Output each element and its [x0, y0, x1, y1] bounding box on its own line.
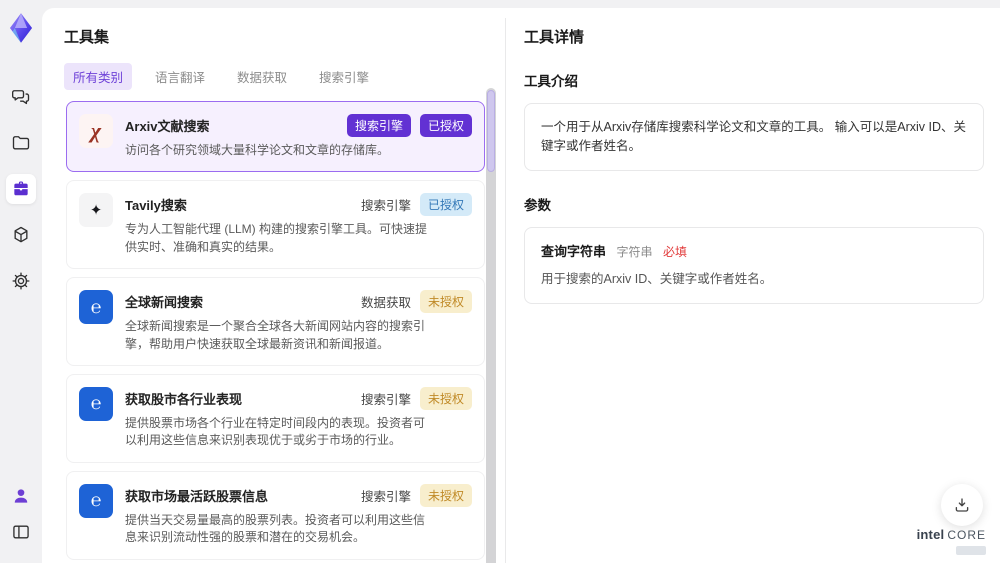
tool-auth-badge: 已授权 — [419, 114, 472, 137]
scrollbar-thumb[interactable] — [487, 90, 495, 172]
tool-name: 获取股市各行业表现 — [125, 391, 243, 407]
intro-box: 一个用于从Arxiv存储库搜索科学论文和文章的工具。 输入可以是Arxiv ID… — [524, 103, 984, 171]
main-content: 工具集 所有类别 语言翻译 数据获取 搜索引擎 χ Arxiv文献搜索 搜索引擎 已授… — [42, 8, 1000, 563]
sidebar-item-profile[interactable] — [6, 481, 36, 511]
blue-icon: ℮ — [79, 483, 113, 518]
tool-name: 获取市场最活跃股票信息 — [125, 488, 269, 504]
sidebar-item-settings[interactable] — [6, 266, 36, 296]
detail-title: 工具详情 — [524, 29, 585, 46]
category-tab-3[interactable]: 搜索引擎 — [310, 63, 378, 90]
category-tab-2[interactable]: 数据获取 — [228, 63, 296, 90]
app-logo-icon — [9, 13, 33, 43]
tool-category-tag: 数据获取 — [360, 296, 411, 311]
param-box: 查询字符串 字符串 必填 用于搜索的Arxiv ID、关键字或作者姓名。 — [524, 226, 984, 304]
tool-list-item-3[interactable]: ℮ 获取股市各行业表现 搜索引擎 未授权 提供股票市场各个行业在特定时间段内的表… — [66, 373, 485, 463]
tool-list-item-0[interactable]: χ Arxiv文献搜索 搜索引擎 已授权 访问各个研究领域大量科学论文和文章的存… — [66, 101, 485, 173]
tool-category-tag: 搜索引擎 — [346, 114, 411, 137]
user-icon — [14, 489, 28, 503]
brand-badge — [956, 546, 986, 555]
param-required-badge: 必填 — [663, 244, 688, 259]
tool-name: Arxiv文献搜索 — [125, 119, 210, 134]
tool-description: 提供股票市场各个行业在特定时间段内的表现。投资者可以利用这些信息来识别表现优于或… — [125, 415, 426, 448]
category-tab-0[interactable]: 所有类别 — [64, 63, 133, 90]
intro-text: 一个用于从Arxiv存储库搜索科学论文和文章的工具。 输入可以是Arxiv ID… — [541, 120, 967, 153]
gear-icon — [12, 272, 30, 290]
brand-word-intel: intel — [916, 527, 945, 543]
intro-heading: 工具介绍 — [524, 74, 578, 89]
brand-word-core: CORE — [947, 528, 986, 543]
tool-tags: 搜索引擎 已授权 — [346, 114, 472, 137]
sidebar-collapse-button[interactable] — [6, 517, 36, 547]
tool-description: 提供当天交易量最高的股票列表。投资者可以利用这些信息来识别流动性强的股票和潜在的… — [125, 512, 426, 545]
tool-description: 访问各个研究领域大量科学论文和文章的存储库。 — [125, 143, 390, 157]
tool-detail-panel: 工具详情 工具介绍 一个用于从Arxiv存储库搜索科学论文和文章的工具。 输入可… — [506, 8, 1000, 563]
intel-core-logo: intel CORE — [917, 526, 986, 555]
tools-list: χ Arxiv文献搜索 搜索引擎 已授权 访问各个研究领域大量科学论文和文章的存… — [66, 101, 485, 561]
blue-icon: ℮ — [79, 290, 113, 325]
tools-list-panel: 工具集 所有类别 语言翻译 数据获取 搜索引擎 χ Arxiv文献搜索 搜索引擎 已授… — [42, 8, 505, 563]
category-tabs: 所有类别 语言翻译 数据获取 搜索引擎 — [64, 63, 505, 90]
tool-name: 全球新闻搜索 — [125, 295, 204, 311]
download-button[interactable] — [941, 484, 983, 526]
tool-list-item-1[interactable]: ✦ Tavily搜索 搜索引擎 已授权 专为人工智能代理 (LLM) 构建的搜索… — [66, 180, 485, 270]
tool-tags: 数据获取 未授权 — [360, 290, 472, 314]
tool-description: 专为人工智能代理 (LLM) 构建的搜索引擎工具。可快速提供实时、准确和真实的结… — [125, 222, 428, 254]
category-tab-1[interactable]: 语言翻译 — [146, 63, 214, 90]
chat-icon — [12, 90, 30, 105]
folder-icon — [12, 136, 30, 150]
tool-auth-badge: 已授权 — [419, 193, 472, 217]
sidebar-item-chat[interactable] — [6, 82, 36, 112]
param-header: 查询字符串 字符串 必填 — [541, 242, 967, 262]
param-name: 查询字符串 — [541, 243, 607, 259]
tool-category-tag: 搜索引擎 — [360, 199, 411, 214]
page-title: 工具集 — [64, 29, 110, 46]
tool-list-item-4[interactable]: ℮ 获取市场最活跃股票信息 搜索引擎 未授权 提供当天交易量最高的股票列表。投资… — [66, 470, 485, 560]
tool-category-tag: 搜索引擎 — [360, 489, 411, 504]
list-scrollbar[interactable] — [486, 88, 496, 563]
left-sidebar — [0, 0, 42, 563]
toolbox-icon — [14, 181, 28, 196]
tool-auth-badge: 未授权 — [419, 483, 472, 507]
sidebar-item-files[interactable] — [6, 128, 36, 158]
blue-icon: ℮ — [79, 386, 113, 421]
tool-name: Tavily搜索 — [125, 198, 187, 214]
tavily-icon: ✦ — [79, 193, 113, 228]
tool-tags: 搜索引擎 未授权 — [360, 483, 472, 507]
tool-list-item-2[interactable]: ℮ 全球新闻搜索 数据获取 未授权 全球新闻搜索是一个聚合全球各大新闻网站内容的… — [66, 277, 485, 366]
tool-tags: 搜索引擎 未授权 — [360, 386, 472, 410]
param-type: 字符串 — [616, 244, 653, 259]
download-icon — [955, 498, 969, 512]
cube-icon — [14, 226, 28, 243]
params-heading: 参数 — [524, 197, 551, 213]
tool-auth-badge: 未授权 — [419, 290, 472, 314]
tool-category-tag: 搜索引擎 — [360, 392, 411, 407]
tool-tags: 搜索引擎 已授权 — [360, 193, 472, 217]
param-description: 用于搜索的Arxiv ID、关键字或作者姓名。 — [541, 272, 773, 287]
sidebar-item-plugins[interactable] — [6, 220, 36, 250]
tool-auth-badge: 未授权 — [419, 386, 472, 410]
arxiv-icon: χ — [79, 114, 113, 148]
tool-description: 全球新闻搜索是一个聚合全球各大新闻网站内容的搜索引擎，帮助用户快速获取全球最新资… — [125, 319, 426, 351]
panel-toggle-icon — [13, 525, 29, 539]
sidebar-item-tools[interactable] — [6, 174, 36, 204]
